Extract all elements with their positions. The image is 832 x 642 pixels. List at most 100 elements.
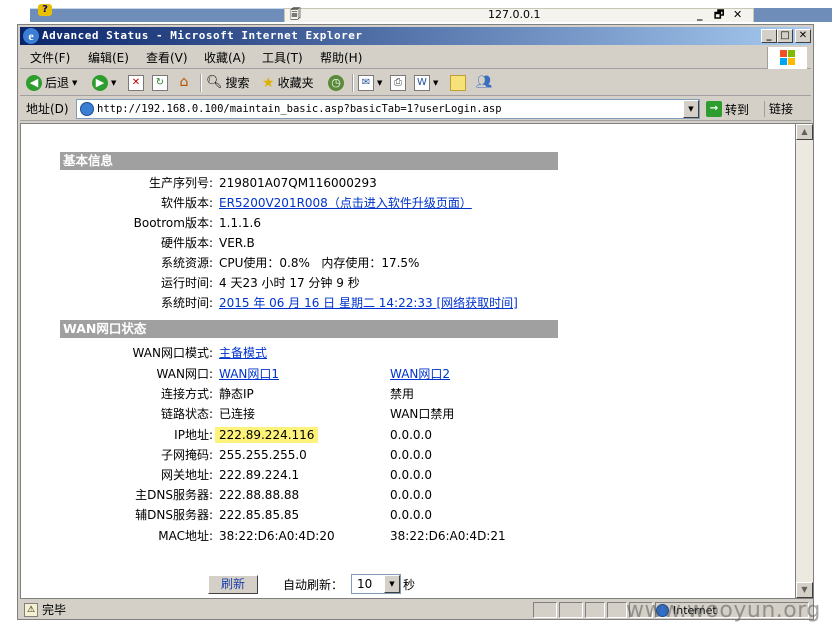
link-status-wan1: 已连接	[219, 407, 256, 421]
basic-info-header: 基本信息	[60, 152, 558, 170]
mail-button[interactable]: ✉ ▼	[358, 74, 382, 92]
seconds-unit: 秒	[403, 578, 416, 592]
browser-window: e Advanced Status - Microsoft Internet E…	[17, 24, 814, 620]
discuss-icon	[450, 75, 466, 91]
refresh-icon: ↻	[152, 75, 168, 91]
bootrom-label: Bootrom版本:	[133, 216, 213, 230]
ip-wan2: 0.0.0.0	[390, 428, 432, 442]
search-button[interactable]: 🔍︎ 搜索	[206, 74, 250, 92]
back-button[interactable]: ◀ 后退 ▼	[26, 74, 77, 92]
close-button[interactable]: ✕	[795, 29, 811, 43]
dns1-label: 主DNS服务器:	[135, 488, 213, 502]
menu-file[interactable]: 文件(F)	[30, 50, 70, 66]
resources-value: CPU使用：0.8% 内存使用：17.5%	[219, 256, 420, 270]
wan-row-gateway: 网关地址: 222.89.224.1 0.0.0.0	[60, 465, 558, 485]
scroll-down-icon[interactable]: ▼	[796, 582, 813, 598]
minimize-button[interactable]: _	[761, 29, 777, 43]
menu-tools[interactable]: 工具(T)	[262, 50, 303, 66]
chevron-down-icon[interactable]: ▼	[384, 575, 400, 593]
history-button[interactable]: ◷	[328, 74, 344, 92]
menu-bar: 文件(F) 编辑(E) 查看(V) 收藏(A) 工具(T) 帮助(H)	[20, 47, 811, 69]
link-status-label: 链路状态:	[160, 407, 213, 421]
hardware-label: 硬件版本:	[160, 236, 213, 250]
favorites-label: 收藏夹	[277, 76, 314, 90]
page-done-icon: ⚠	[24, 603, 38, 617]
links-button[interactable]: 链接	[764, 101, 793, 117]
print-icon: ⎙	[390, 75, 406, 91]
wan-row-dns2: 辅DNS服务器: 222.85.85.85 0.0.0.0	[60, 505, 558, 525]
search-icon: 🔍︎	[206, 75, 223, 90]
mac-label: MAC地址:	[158, 529, 213, 543]
info-row-systime: 系统时间: 2015 年 06 月 16 日 星期二 14:22:33 [网络获…	[60, 293, 558, 313]
home-button[interactable]: ⌂	[176, 74, 192, 92]
conn-type-wan2: 禁用	[390, 387, 415, 401]
wan-row-dns1: 主DNS服务器: 222.88.88.88 0.0.0.0	[60, 485, 558, 505]
info-row-resources: 系统资源: CPU使用：0.8% 内存使用：17.5%	[60, 253, 558, 273]
refresh-page-button[interactable]: ↻	[152, 74, 168, 92]
mail-dropdown-icon[interactable]: ▼	[377, 74, 382, 92]
address-dropdown-icon[interactable]: ▼	[683, 100, 699, 118]
gateway-wan2: 0.0.0.0	[390, 468, 432, 482]
menu-view[interactable]: 查看(V)	[146, 50, 188, 66]
edit-button[interactable]: W ▼	[414, 74, 438, 92]
stop-icon: ✕	[128, 75, 144, 91]
favorites-button[interactable]: ★ 收藏夹	[262, 74, 314, 92]
back-dropdown-icon[interactable]: ▼	[72, 74, 77, 92]
home-icon: ⌂	[179, 74, 189, 90]
messenger-button[interactable]: 👥︎	[476, 74, 493, 92]
print-button[interactable]: ⎙	[390, 74, 406, 92]
scroll-up-icon[interactable]: ▲	[796, 124, 813, 140]
gateway-label: 网关地址:	[160, 468, 213, 482]
mask-label: 子网掩码:	[160, 448, 213, 462]
star-icon: ★	[262, 75, 275, 91]
watermark: www.wooyun.org	[626, 598, 821, 623]
bg-minimize-button[interactable]: _	[697, 8, 703, 21]
menu-edit[interactable]: 编辑(E)	[88, 50, 129, 66]
toolbar: ◀ 后退 ▼ ▶ ▼ ✕ ↻ ⌂ 🔍︎ 搜索 ★ 收藏夹 ◷ ✉ ▼ ⎙ W ▼…	[20, 70, 811, 96]
info-row-bootrom: Bootrom版本: 1.1.1.6	[60, 213, 558, 233]
forward-button[interactable]: ▶ ▼	[92, 74, 116, 92]
wan-row-mode: WAN网口模式: 主备模式	[60, 343, 558, 363]
refresh-button[interactable]: 刷新	[208, 575, 258, 594]
mac-wan2: 38:22:D6:A0:4D:21	[390, 529, 506, 543]
bg-close-button[interactable]: ✕	[733, 8, 742, 21]
bootrom-value: 1.1.1.6	[219, 216, 261, 230]
page-icon: 🗐	[290, 8, 301, 21]
wan-port2-link[interactable]: WAN网口2	[390, 366, 450, 382]
wan-port1-link[interactable]: WAN网口1	[219, 366, 279, 382]
edit-dropdown-icon[interactable]: ▼	[433, 74, 438, 92]
go-arrow-icon: →	[706, 101, 722, 117]
address-url[interactable]: http://192.168.0.100/maintain_basic.asp?…	[97, 102, 502, 116]
back-arrow-icon: ◀	[26, 75, 42, 91]
dns2-label: 辅DNS服务器:	[135, 508, 213, 522]
go-button[interactable]: → 转到	[706, 100, 749, 118]
forward-arrow-icon: ▶	[92, 75, 108, 91]
address-label: 地址(D)	[26, 102, 69, 116]
refresh-interval-select[interactable]: 10 ▼	[351, 574, 401, 594]
mask-wan1: 255.255.255.0	[219, 448, 307, 462]
mail-icon: ✉	[358, 75, 374, 91]
systime-link[interactable]: 2015 年 06 月 16 日 星期二 14:22:33 [网络获取时间]	[219, 295, 518, 311]
wan-mode-link[interactable]: 主备模式	[219, 345, 267, 361]
software-version-link[interactable]: ER5200V201R008（点击进入软件升级页面）	[219, 195, 472, 211]
vertical-scrollbar[interactable]: ▲ ▼	[796, 123, 813, 599]
resources-label: 系统资源:	[160, 256, 213, 270]
stop-button[interactable]: ✕	[128, 74, 144, 92]
forward-dropdown-icon[interactable]: ▼	[111, 74, 116, 92]
ip-label: IP地址:	[174, 428, 213, 442]
wan-mode-label: WAN网口模式:	[132, 346, 213, 360]
discuss-button[interactable]	[450, 74, 466, 92]
menu-favorites[interactable]: 收藏(A)	[204, 50, 246, 66]
wan-row-link: 链路状态: 已连接 WAN口禁用	[60, 404, 558, 424]
address-input[interactable]: http://192.168.0.100/maintain_basic.asp?…	[76, 99, 700, 119]
maximize-button[interactable]: □	[777, 29, 793, 43]
wan-row-ip: IP地址: 222.89.224.116 0.0.0.0	[60, 425, 558, 445]
info-row-software: 软件版本: ER5200V201R008（点击进入软件升级页面）	[60, 193, 558, 213]
title-bar[interactable]: e Advanced Status - Microsoft Internet E…	[20, 27, 811, 45]
ip-wan1: 222.89.224.116	[215, 427, 319, 443]
page-globe-icon	[80, 102, 94, 116]
background-host: 127.0.0.1	[488, 8, 541, 21]
conn-type-label: 连接方式:	[160, 387, 213, 401]
bg-restore-button[interactable]: 🗗	[714, 8, 724, 21]
menu-help[interactable]: 帮助(H)	[320, 50, 362, 66]
